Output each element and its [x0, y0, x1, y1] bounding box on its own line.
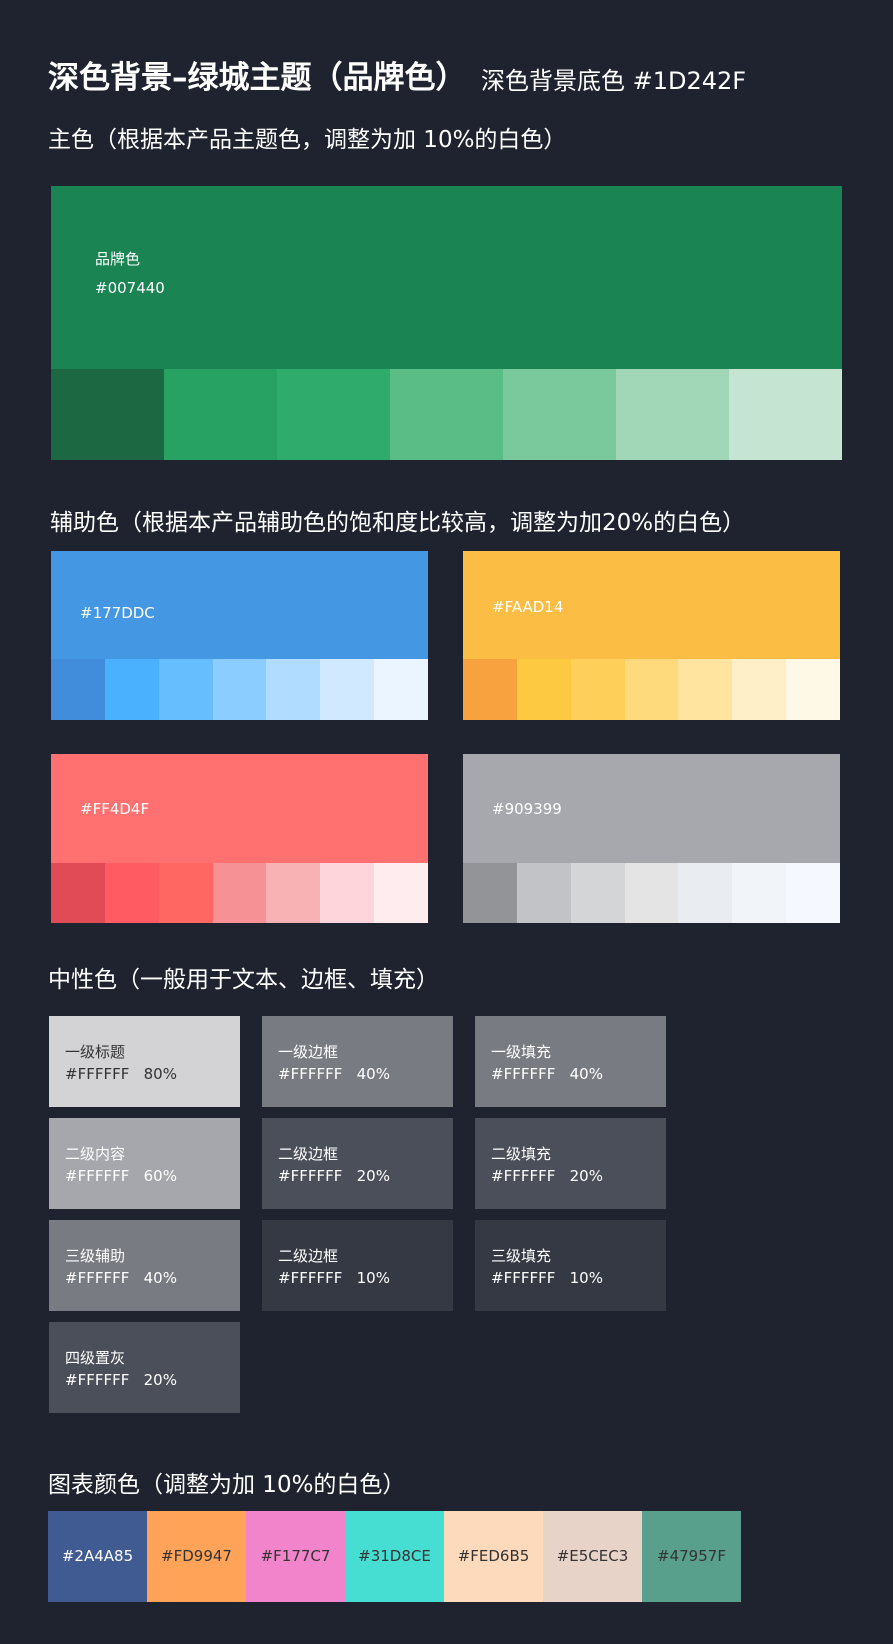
page-subtitle: 深色背景底色 #1D242F [481, 67, 747, 95]
chart-color-chip: #31D8CE [345, 1511, 444, 1602]
chart-color-chip: #E5CEC3 [543, 1511, 642, 1602]
red-main-swatch: #FF4D4F [51, 754, 428, 863]
red-palette-card: #FF4D4F [51, 754, 429, 923]
neutral-color-value: #FFFFFF 40% [65, 1269, 177, 1287]
red-shade-swatch [51, 863, 105, 923]
red-hex-label: #FF4D4F [80, 800, 150, 818]
neutral-color-name: 二级边框 [278, 1145, 339, 1163]
neutral-color-name: 三级辅助 [65, 1247, 126, 1265]
neutral-color-value: #FFFFFF 60% [65, 1167, 177, 1185]
yellow-shade-swatch [678, 659, 733, 720]
neutral-color-card: 一级标题 #FFFFFF 80% [49, 1016, 240, 1107]
blue-main-swatch: #177DDC [51, 551, 428, 659]
primary-shade-swatch [164, 369, 277, 460]
primary-section-title: 主色（根据本产品主题色，调整为加 10%的白色） [48, 127, 567, 153]
chart-color-chip: #FD9947 [147, 1511, 246, 1602]
yellow-shade-swatch [786, 659, 841, 720]
neutral-color-card: 一级填充 #FFFFFF 40% [475, 1016, 666, 1107]
neutral-color-card: 三级辅助 #FFFFFF 40% [49, 1220, 240, 1311]
primary-shade-swatch [616, 369, 729, 460]
neutral-color-value: #FFFFFF 80% [65, 1065, 177, 1083]
red-shade-swatch [266, 863, 321, 923]
page-title: 深色背景–绿城主题（品牌色） [48, 60, 467, 96]
yellow-shade-swatch [570, 659, 625, 720]
brand-color-swatch: 品牌色 #007440 [51, 186, 842, 369]
neutral-color-name: 二级内容 [65, 1145, 126, 1163]
gray-main-swatch: #909399 [463, 754, 840, 863]
neutral-color-name: 三级填充 [491, 1247, 552, 1265]
yellow-shade-swatch [624, 659, 679, 720]
neutral-color-name: 四级置灰 [65, 1349, 126, 1367]
neutral-color-card: 二级填充 #FFFFFF 20% [475, 1118, 666, 1209]
yellow-shade-swatch [516, 659, 571, 720]
chart-color-chip: #2A4A85 [48, 1511, 147, 1602]
gray-shade-swatch [570, 863, 625, 923]
chart-colors-section-title: 图表颜色（调整为加 10%的白色） [48, 1472, 406, 1498]
primary-shade-swatch [277, 369, 390, 460]
blue-shade-swatch [374, 659, 429, 720]
blue-shade-swatch [320, 659, 375, 720]
neutral-color-card: 三级填充 #FFFFFF 10% [475, 1220, 666, 1311]
blue-shade-swatch [158, 659, 213, 720]
blue-shade-swatch [104, 659, 159, 720]
red-shade-swatch [320, 863, 375, 923]
gray-shade-row [463, 863, 841, 923]
neutral-color-value: #FFFFFF 40% [491, 1065, 603, 1083]
neutral-color-value: #FFFFFF 20% [278, 1167, 390, 1185]
gray-shade-swatch [786, 863, 841, 923]
red-shade-swatch [212, 863, 267, 923]
blue-shade-row [51, 659, 429, 720]
neutral-color-card: 二级边框 #FFFFFF 10% [262, 1220, 453, 1311]
neutral-color-card: 一级边框 #FFFFFF 40% [262, 1016, 453, 1107]
gray-shade-swatch [678, 863, 733, 923]
neutral-color-value: #FFFFFF 20% [65, 1371, 177, 1389]
gray-hex-label: #909399 [492, 800, 562, 818]
yellow-shade-swatch [463, 659, 517, 720]
gray-palette-card: #909399 [463, 754, 841, 923]
neutral-color-value: #FFFFFF 10% [278, 1269, 390, 1287]
neutral-color-name: 一级标题 [65, 1043, 126, 1061]
neutral-color-name: 一级填充 [491, 1043, 552, 1061]
gray-shade-swatch [624, 863, 679, 923]
red-shade-swatch [104, 863, 159, 923]
primary-shade-swatch [51, 369, 164, 460]
blue-shade-swatch [266, 659, 321, 720]
red-shade-row [51, 863, 429, 923]
yellow-hex-label: #FAAD14 [492, 598, 564, 616]
blue-shade-swatch [212, 659, 267, 720]
brand-color-label: 品牌色 [95, 250, 141, 268]
yellow-shade-row [463, 659, 841, 720]
blue-palette-card: #177DDC [51, 551, 429, 720]
neutral-color-name: 二级边框 [278, 1247, 339, 1265]
primary-shade-row [51, 369, 842, 460]
primary-shade-swatch [503, 369, 616, 460]
neutral-color-card: 二级内容 #FFFFFF 60% [49, 1118, 240, 1209]
gray-shade-swatch [516, 863, 571, 923]
neutral-color-card: 四级置灰 #FFFFFF 20% [49, 1322, 240, 1413]
blue-hex-label: #177DDC [80, 604, 155, 622]
neutral-color-card: 二级边框 #FFFFFF 20% [262, 1118, 453, 1209]
gray-shade-swatch [463, 863, 517, 923]
chart-color-chip: #F177C7 [246, 1511, 345, 1602]
yellow-main-swatch: #FAAD14 [463, 551, 840, 659]
primary-shade-swatch [729, 369, 842, 460]
neutral-color-value: #FFFFFF 10% [491, 1269, 603, 1287]
yellow-palette-card: #FAAD14 [463, 551, 841, 720]
gray-shade-swatch [732, 863, 787, 923]
primary-shade-swatch [390, 369, 503, 460]
neutral-section-title: 中性色（一般用于文本、边框、填充） [48, 967, 439, 993]
brand-color-hex: #007440 [95, 279, 165, 297]
red-shade-swatch [374, 863, 429, 923]
chart-color-chip: #47957F [642, 1511, 741, 1602]
neutral-color-value: #FFFFFF 20% [491, 1167, 603, 1185]
yellow-shade-swatch [732, 659, 787, 720]
neutral-color-name: 一级边框 [278, 1043, 339, 1061]
chart-color-chip: #FED6B5 [444, 1511, 543, 1602]
red-shade-swatch [158, 863, 213, 923]
blue-shade-swatch [51, 659, 105, 720]
auxiliary-section-title: 辅助色（根据本产品辅助色的饱和度比较高，调整为加20%的白色） [50, 510, 746, 536]
neutral-color-value: #FFFFFF 40% [278, 1065, 390, 1083]
neutral-color-name: 二级填充 [491, 1145, 552, 1163]
